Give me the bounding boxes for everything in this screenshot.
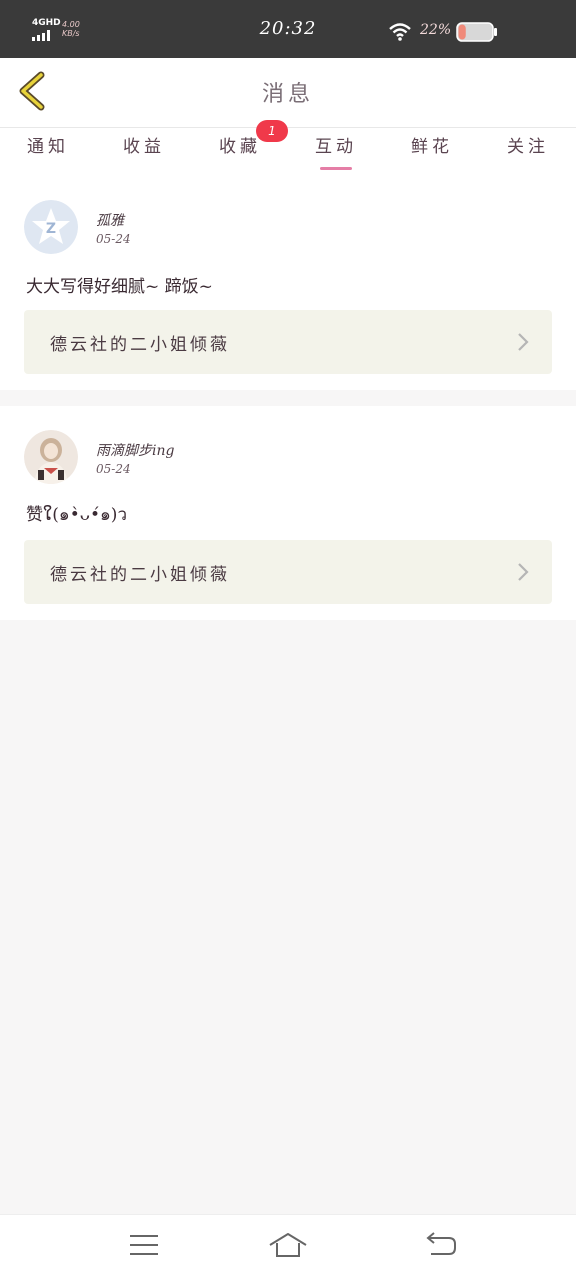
status-bar: 4GHD 4.00 KB/s 20:32 22% (0, 0, 576, 58)
network-speed: 4.00 KB/s (62, 20, 80, 38)
home-icon (268, 1231, 308, 1263)
home-button[interactable] (268, 1229, 308, 1265)
referenced-work[interactable]: 德云社的二小姐倾薇 (24, 540, 552, 604)
tab-bar: 通知 收益 收藏 互动 鲜花 关注 (0, 128, 576, 176)
comment-text: 大大写得好细腻~ 蹄饭~ (26, 277, 213, 297)
comment-text: 赞ໃ(๑•̀ᴗ•́๑)ว (26, 505, 127, 525)
work-title: 德云社的二小姐倾薇 (50, 335, 230, 355)
battery-icon (456, 22, 498, 42)
avatar[interactable]: Z (24, 200, 78, 254)
system-nav-bar (0, 1214, 576, 1280)
network-type: 4GHD (32, 18, 61, 28)
speed-value: 4.00 (62, 20, 80, 29)
signal-icon: 4GHD (30, 18, 61, 44)
avatar[interactable] (24, 430, 78, 484)
menu-button[interactable] (124, 1229, 164, 1265)
tab-notifications[interactable]: 通知 (8, 128, 88, 176)
message-date: 05-24 (96, 462, 131, 476)
back-nav-button[interactable] (420, 1229, 460, 1265)
menu-icon (129, 1233, 159, 1261)
chevron-right-icon (516, 562, 530, 582)
wifi-icon (388, 22, 412, 42)
clock: 20:32 (259, 18, 317, 39)
chevron-right-icon (516, 332, 530, 352)
back-icon (423, 1232, 457, 1262)
message-card: 雨滴脚步ing 05-24 赞ໃ(๑•̀ᴗ•́๑)ว 德云社的二小姐倾薇 (0, 406, 576, 620)
battery-percent: 22% (420, 22, 452, 38)
speed-unit: KB/s (62, 29, 80, 38)
message-card: Z 孤雅 05-24 大大写得好细腻~ 蹄饭~ 德云社的二小姐倾薇 (0, 176, 576, 390)
page-title: 消息 (261, 82, 314, 107)
message-date: 05-24 (96, 232, 131, 246)
username[interactable]: 雨滴脚步ing (96, 440, 174, 460)
tab-follows[interactable]: 关注 (488, 128, 568, 176)
work-title: 德云社的二小姐倾薇 (50, 565, 230, 585)
tab-earnings[interactable]: 收益 (104, 128, 184, 176)
unread-badge: 1 (256, 120, 288, 142)
referenced-work[interactable]: 德云社的二小姐倾薇 (24, 310, 552, 374)
header: 消息 (0, 58, 576, 128)
svg-text:Z: Z (46, 221, 56, 237)
username[interactable]: 孤雅 (96, 210, 124, 230)
tab-interactions[interactable]: 互动 (296, 128, 376, 176)
tab-flowers[interactable]: 鲜花 (392, 128, 472, 176)
